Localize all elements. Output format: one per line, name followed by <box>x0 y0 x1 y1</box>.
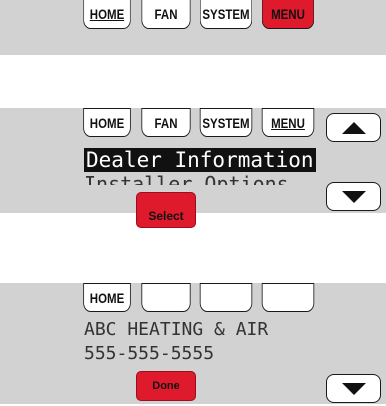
select-button[interactable]: Select <box>136 192 196 228</box>
screen-menu-bar: HOME FAN SYSTEM MENU <box>0 0 386 55</box>
tab-home[interactable]: HOME <box>83 108 131 137</box>
up-arrow-icon <box>341 121 366 134</box>
done-button[interactable]: Done <box>136 371 196 401</box>
tab-home[interactable]: HOME <box>83 0 131 29</box>
scroll-up-button[interactable] <box>326 113 381 142</box>
scroll-down-button[interactable] <box>326 182 381 211</box>
menu-item-dealer-information[interactable]: Dealer Information <box>84 148 316 172</box>
tab-fan[interactable]: FAN <box>141 108 191 137</box>
down-arrow-icon <box>341 190 366 203</box>
tab-menu[interactable]: MENU <box>261 108 315 137</box>
dealer-name: ABC HEATING & AIR <box>84 319 269 340</box>
tab-blank-2 <box>199 283 253 312</box>
menu-item-clip: Installer Options <box>84 174 314 185</box>
tab-menu[interactable]: MENU <box>261 0 315 29</box>
tab-home[interactable]: HOME <box>83 283 131 312</box>
down-arrow-icon <box>341 382 366 395</box>
menu-item-installer-options[interactable]: Installer Options <box>84 174 289 185</box>
screen-dealer-info: HOME ABC HEATING & AIR 555-555-5555 Done <box>0 283 386 404</box>
tab-fan[interactable]: FAN <box>141 0 191 29</box>
dealer-phone: 555-555-5555 <box>84 343 215 364</box>
scroll-down-button[interactable] <box>326 374 381 403</box>
screen-menu-list: HOME FAN SYSTEM MENU Dealer Information … <box>0 108 386 228</box>
tab-system[interactable]: SYSTEM <box>199 0 253 29</box>
tab-system[interactable]: SYSTEM <box>199 108 253 137</box>
tab-blank-3 <box>261 283 315 312</box>
tab-blank-1 <box>141 283 191 312</box>
